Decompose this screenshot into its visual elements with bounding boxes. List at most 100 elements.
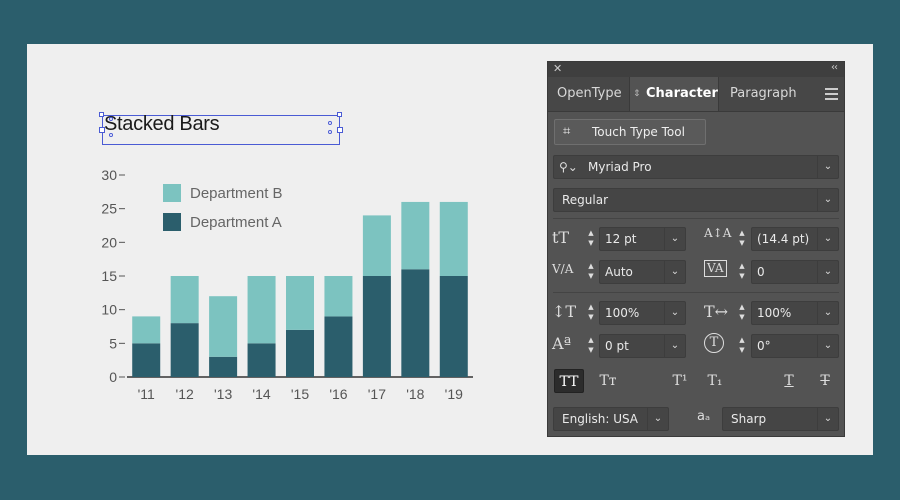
chevron-down-icon[interactable]: ⌄ <box>664 335 685 357</box>
kerning-stepper[interactable]: ▲ ▼ <box>585 261 597 283</box>
font-size-value: 12 pt <box>605 232 637 246</box>
language-value: English: USA <box>562 412 639 426</box>
close-icon[interactable]: ✕ <box>553 62 562 75</box>
x-tick-label: '13 <box>214 386 232 402</box>
baseline-shift-icon: Aª <box>552 334 572 353</box>
chevron-down-icon[interactable]: ⌄ <box>647 408 668 430</box>
bar-department-a <box>362 276 391 377</box>
stacked-bar-chart: 0 5 10 15 20 25 30 '11 '12 '13 '14 '15 '16 '17 '18 '19 D… <box>101 167 473 402</box>
x-tick-label: '19 <box>445 386 463 402</box>
horizontal-scale-field[interactable]: 100% ⌄ <box>751 301 839 325</box>
chevron-down-icon[interactable]: ⌄ <box>664 261 685 283</box>
rotation-stepper[interactable]: ▲ ▼ <box>736 335 748 357</box>
panel-title-bar: ✕ ‹‹ <box>548 62 844 77</box>
tracking-stepper[interactable]: ▲ ▼ <box>736 261 748 283</box>
tab-opentype[interactable]: OpenType <box>557 77 622 111</box>
touch-type-tool-button[interactable]: ⌗ Touch Type Tool <box>554 119 706 145</box>
baseline-shift-field[interactable]: 0 pt ⌄ <box>599 334 686 358</box>
panel-tabs: OpenType ⇕ Character Paragraph <box>548 77 844 112</box>
tab-character-label: Character <box>646 86 718 101</box>
y-tick-label: 15 <box>101 268 117 284</box>
font-style-value: Regular <box>562 193 609 207</box>
y-tick-label: 0 <box>109 369 117 385</box>
touch-type-icon: ⌗ <box>563 124 571 139</box>
section-divider <box>553 292 839 293</box>
bar-department-b <box>170 276 199 324</box>
chevron-down-icon[interactable]: ⌄ <box>664 302 685 324</box>
subscript-button[interactable]: T₁ <box>700 369 730 393</box>
y-tick-label: 25 <box>101 201 117 217</box>
chevron-down-icon[interactable]: ⌄ <box>817 408 838 430</box>
horizontal-scale-stepper[interactable]: ▲ ▼ <box>736 302 748 324</box>
baseline-shift-stepper[interactable]: ▲ ▼ <box>585 335 597 357</box>
bar-department-a <box>324 316 353 377</box>
tab-divider <box>718 77 719 111</box>
strikethrough-button[interactable]: T <box>810 369 840 393</box>
vertical-scale-stepper[interactable]: ▲ ▼ <box>585 302 597 324</box>
x-tick-label: '12 <box>176 386 194 402</box>
touch-type-label: Touch Type Tool <box>592 125 685 139</box>
rotation-value: 0° <box>757 339 771 353</box>
vertical-scale-field[interactable]: 100% ⌄ <box>599 301 686 325</box>
kerning-field[interactable]: Auto ⌄ <box>599 260 686 284</box>
tab-character[interactable]: ⇕ Character <box>630 77 718 111</box>
bar-department-b <box>362 215 391 276</box>
chevron-down-icon[interactable]: ⌄ <box>817 156 838 178</box>
language-field[interactable]: English: USA ⌄ <box>553 407 669 431</box>
bar-department-a <box>439 276 468 377</box>
chevron-down-icon[interactable]: ⌄ <box>817 335 838 357</box>
antialias-field[interactable]: Sharp ⌄ <box>722 407 839 431</box>
y-tick-label: 10 <box>101 302 117 318</box>
tab-reorder-icon: ⇕ <box>633 89 641 99</box>
bar-department-b <box>286 276 314 330</box>
font-size-icon: tT <box>552 228 570 247</box>
superscript-button[interactable]: T¹ <box>665 369 695 393</box>
small-caps-button[interactable]: Tт <box>593 369 623 393</box>
kerning-value: Auto <box>605 265 633 279</box>
panel-menu-icon[interactable] <box>825 88 838 103</box>
tab-paragraph[interactable]: Paragraph <box>730 77 797 111</box>
y-tick-label: 30 <box>101 167 117 183</box>
leading-stepper[interactable]: ▲ ▼ <box>736 228 748 250</box>
bar-department-a <box>286 329 314 377</box>
font-style-field[interactable]: Regular ⌄ <box>553 188 839 212</box>
x-tick-label: '16 <box>329 386 347 402</box>
bar-department-b <box>324 276 353 317</box>
bar-department-a <box>132 343 161 377</box>
font-family-value: Myriad Pro <box>588 160 652 174</box>
y-tick-label: 5 <box>109 335 117 351</box>
bar-department-a <box>247 343 276 377</box>
horizontal-scale-icon: T↔ <box>704 302 729 321</box>
bar-department-b <box>247 276 276 344</box>
bar-department-a <box>170 323 199 377</box>
legend-label: Department B <box>190 185 283 202</box>
x-tick-label: '18 <box>406 386 424 402</box>
leading-field[interactable]: (14.4 pt) ⌄ <box>751 227 839 251</box>
all-caps-button[interactable]: TT <box>554 369 584 393</box>
tracking-icon: VA <box>704 260 727 277</box>
chevron-down-icon[interactable]: ⌄ <box>817 302 838 324</box>
chevron-down-icon[interactable]: ⌄ <box>817 228 838 250</box>
chevron-down-icon[interactable]: ⌄ <box>664 228 685 250</box>
bar-department-a <box>209 356 238 377</box>
vertical-scale-icon: ↕T <box>552 302 577 321</box>
font-family-field[interactable]: ⚲⌄ Myriad Pro ⌄ <box>553 155 839 179</box>
font-size-field[interactable]: 12 pt ⌄ <box>599 227 686 251</box>
chevron-down-icon[interactable]: ⌄ <box>817 261 838 283</box>
bar-department-b <box>401 201 430 270</box>
rotation-field[interactable]: 0° ⌄ <box>751 334 839 358</box>
bar-department-a <box>401 269 430 377</box>
tracking-value: 0 <box>757 265 765 279</box>
x-tick-label: '11 <box>138 386 155 402</box>
tracking-field[interactable]: 0 ⌄ <box>751 260 839 284</box>
kerning-icon: V/A <box>552 262 574 276</box>
x-tick-label: '14 <box>252 386 270 402</box>
section-divider <box>553 218 839 219</box>
underline-button[interactable]: T <box>774 369 804 393</box>
collapse-icon[interactable]: ‹‹ <box>831 62 838 73</box>
character-rotation-icon: T <box>704 333 724 353</box>
chevron-down-icon[interactable]: ⌄ <box>817 189 838 211</box>
leading-value: (14.4 pt) <box>757 232 810 246</box>
legend-label: Department A <box>190 214 282 231</box>
font-size-stepper[interactable]: ▲ ▼ <box>585 228 597 250</box>
